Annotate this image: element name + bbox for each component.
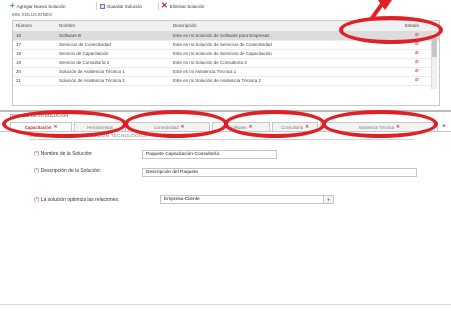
remove-row-icon[interactable]: ⌀: [415, 68, 419, 74]
required-marker: (*): [34, 197, 40, 203]
highlight-ellipse: [224, 110, 326, 138]
optimizes-relations-label: (*) La solución optimiza las relaciones:: [34, 197, 119, 203]
row-name: Servicio de Consultoría 2: [59, 60, 110, 65]
column-header-description[interactable]: Descripción: [173, 23, 197, 28]
required-marker: (*): [34, 168, 40, 174]
row-name: Solución de Asistencia Técnica 2: [59, 78, 125, 83]
solution-name-label: (*) Nombre de la Solución:: [34, 151, 93, 157]
row-number: 20: [16, 69, 22, 74]
save-solution-button[interactable]: Guardar Solución: [100, 2, 142, 10]
remove-row-icon[interactable]: ⌀: [415, 59, 419, 65]
row-number: 21: [16, 78, 22, 83]
row-description: Este es mi Solución de Asistencia Técnic…: [173, 78, 261, 83]
table-row[interactable]: 21 Solución de Asistencia Técnica 2 Este…: [13, 76, 439, 86]
optimizes-relations-value: Empresa-Cliente: [164, 197, 200, 202]
required-marker: (*): [34, 151, 40, 157]
row-name: Solución de Asistencia Técnica 1: [59, 69, 125, 74]
highlight-ellipse: [2, 110, 127, 138]
optimizes-relations-select[interactable]: Empresa-Cliente ▼: [160, 195, 334, 204]
row-number: 17: [16, 42, 22, 47]
row-description: Este es mi Asistencia Técnica 1: [173, 69, 237, 74]
row-number: 16: [16, 33, 22, 38]
bottom-divider: [0, 304, 451, 305]
add-solution-label: Agregar Nueva Solución: [16, 3, 66, 9]
delete-solution-button[interactable]: ✕ Eliminar Solución: [161, 2, 204, 10]
remove-row-icon[interactable]: ⌀: [415, 50, 419, 56]
row-description: Este es mi Solución de Software para Emp…: [173, 33, 270, 38]
dropdown-arrow-icon[interactable]: ▼: [323, 196, 333, 203]
solutions-section-title: MIS SOLUCIONES: [12, 12, 53, 17]
row-name: Software B: [59, 33, 82, 38]
optimizes-relations-label-text: La solución optimiza las relaciones:: [40, 197, 120, 203]
row-name: Servicio de Capacitación: [59, 51, 109, 56]
plus-icon: +: [10, 1, 15, 10]
solution-name-label-text: Nombre de la Solución:: [40, 151, 93, 157]
row-description: Este es mi Solución de Servicios de Capa…: [173, 51, 272, 56]
row-description: Este es mi Solución de Servicios de Cone…: [173, 42, 272, 47]
row-name: Servicios de Conectividad: [59, 42, 111, 47]
solution-description-label-text: Descripción de la Solución:: [40, 168, 101, 174]
toolbar-separator: [96, 2, 97, 10]
remove-row-icon[interactable]: ⌀: [415, 77, 419, 83]
highlight-ellipse: [124, 110, 228, 138]
toolbar-separator: [158, 2, 159, 10]
row-description: Este es mi Solución de Consultoría 2: [173, 60, 247, 65]
delete-solution-label: Eliminar Solución: [169, 3, 205, 9]
solution-name-input[interactable]: Paquete Capacitación-Consultoría: [142, 150, 277, 159]
row-number: 19: [16, 60, 22, 65]
save-solution-label: Guardar Solución: [107, 3, 143, 9]
column-header-name[interactable]: Nombre: [59, 23, 75, 28]
table-scrollbar[interactable]: [431, 33, 437, 89]
highlight-ellipse: [339, 16, 443, 44]
save-icon: [100, 3, 105, 9]
highlight-ellipse: [322, 110, 438, 138]
solution-description-input[interactable]: Descripción del Paquete: [142, 168, 417, 177]
highlight-arrow: [370, 0, 392, 18]
delete-icon: ✕: [161, 1, 168, 10]
add-solution-button[interactable]: + Agregar Nueva Solución: [10, 2, 65, 10]
tab-scroll-arrow-icon[interactable]: ►: [442, 123, 447, 129]
solution-description-label: (*) Descripción de la Solución:: [34, 168, 104, 174]
form-divider: [30, 139, 414, 140]
column-header-number[interactable]: Número: [16, 23, 32, 28]
row-number: 18: [16, 51, 22, 56]
